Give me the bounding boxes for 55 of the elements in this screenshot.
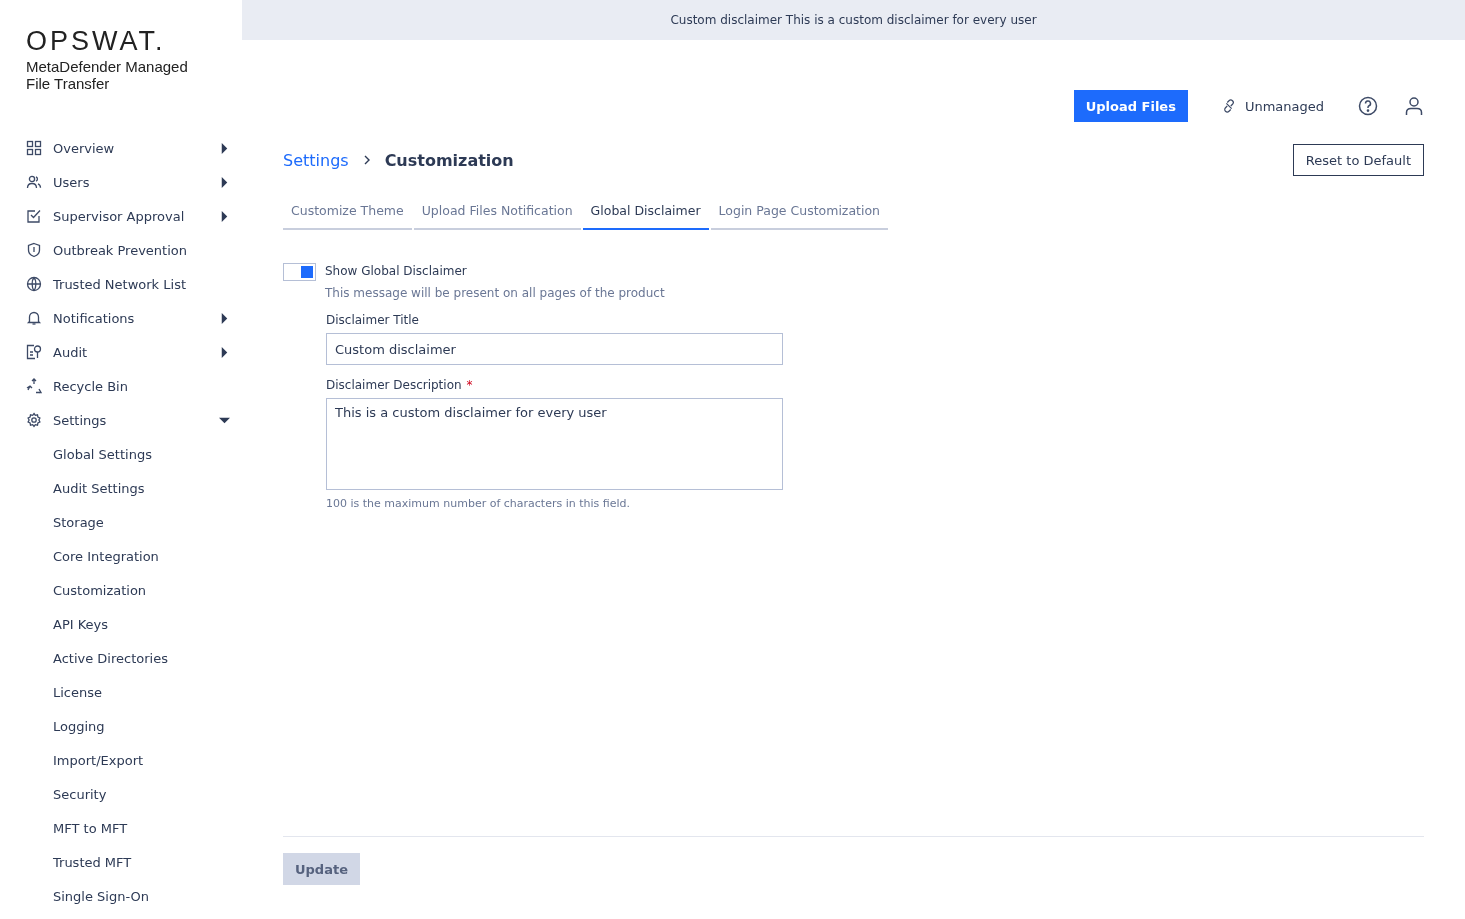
- sidebar-item[interactable]: Recycle Bin: [26, 369, 230, 403]
- sidebar-subitem[interactable]: Security: [26, 777, 230, 811]
- tab[interactable]: Upload Files Notification: [413, 195, 581, 230]
- sidebar-item[interactable]: Trusted Network List: [26, 267, 230, 301]
- upload-files-button[interactable]: Upload Files: [1073, 90, 1188, 122]
- broken-link-icon: [1221, 99, 1236, 113]
- tab[interactable]: Customize Theme: [283, 195, 412, 230]
- bell-icon: [26, 310, 42, 326]
- sidebar-item[interactable]: Users: [26, 165, 230, 199]
- sidebar-subitem[interactable]: Customization: [26, 573, 230, 607]
- globe-icon: [26, 276, 42, 292]
- status-label: Unmanaged: [1244, 98, 1324, 114]
- sidebar-subitem[interactable]: MFT to MFT: [26, 811, 230, 845]
- breadcrumb-link[interactable]: Settings: [283, 150, 349, 170]
- sidebar-item[interactable]: Notifications: [26, 301, 230, 335]
- sidebar-subitem[interactable]: Storage: [26, 505, 230, 539]
- sidebar-item[interactable]: Settings: [26, 403, 230, 437]
- help-icon[interactable]: [1358, 96, 1378, 116]
- page-title: Customization: [384, 150, 514, 170]
- field-label: Disclaimer Description: [326, 378, 462, 392]
- toggle-label: Show Global Disclaimer: [325, 264, 468, 278]
- sidebar-subitem[interactable]: Single Sign-On: [26, 879, 230, 913]
- opswat-logo: OPSWAT.: [26, 28, 167, 54]
- sidebar-subitem[interactable]: Audit Settings: [26, 471, 230, 505]
- sidebar-subitem[interactable]: Core Integration: [26, 539, 230, 573]
- sidebar-item[interactable]: Audit: [26, 335, 230, 369]
- toggle-hint: This message will be present on all pages of the product: [325, 286, 665, 300]
- gear-icon: [26, 412, 42, 428]
- sidebar-subitem[interactable]: Import/Export: [26, 743, 230, 777]
- sidebar-subitem[interactable]: Active Directories: [26, 641, 230, 675]
- field-hint: 100 is the maximum number of characters in this field.: [326, 497, 631, 510]
- required-mark: *: [466, 378, 473, 392]
- sidebar-subitem[interactable]: API Keys: [26, 607, 230, 641]
- sidebar-subitem[interactable]: License: [26, 675, 230, 709]
- tab[interactable]: Global Disclaimer: [582, 195, 709, 230]
- tab[interactable]: Login Page Customization: [710, 195, 889, 230]
- reset-to-default-button[interactable]: Reset to Default: [1292, 144, 1424, 176]
- toggle-switch[interactable]: [283, 263, 316, 281]
- checkbox-icon: [26, 208, 42, 224]
- sidebar-item[interactable]: Outbreak Prevention: [26, 233, 230, 267]
- user-icon[interactable]: [1404, 96, 1424, 116]
- sidebar-subitem[interactable]: Global Settings: [26, 437, 230, 471]
- product-name: MetaDefender Managed File Transfer: [26, 58, 189, 92]
- shield-icon: [26, 242, 42, 258]
- title-input-field[interactable]: Custom disclaimer: [326, 333, 783, 365]
- disclaimer-banner: Custom disclaimer This is a custom disclaimer for every user: [242, 0, 1465, 40]
- document-icon: [26, 344, 42, 360]
- users-icon: [26, 174, 42, 190]
- field-label: Disclaimer Title: [326, 313, 420, 327]
- description-text-area[interactable]: This is a custom disclaimer for every user: [326, 398, 783, 490]
- sidebar-subitem[interactable]: Logging: [26, 709, 230, 743]
- sidebar-item[interactable]: Overview: [26, 131, 230, 165]
- grid-icon: [26, 140, 42, 156]
- sidebar-item[interactable]: Supervisor Approval: [26, 199, 230, 233]
- sidebar-subitem[interactable]: Trusted MFT: [26, 845, 230, 879]
